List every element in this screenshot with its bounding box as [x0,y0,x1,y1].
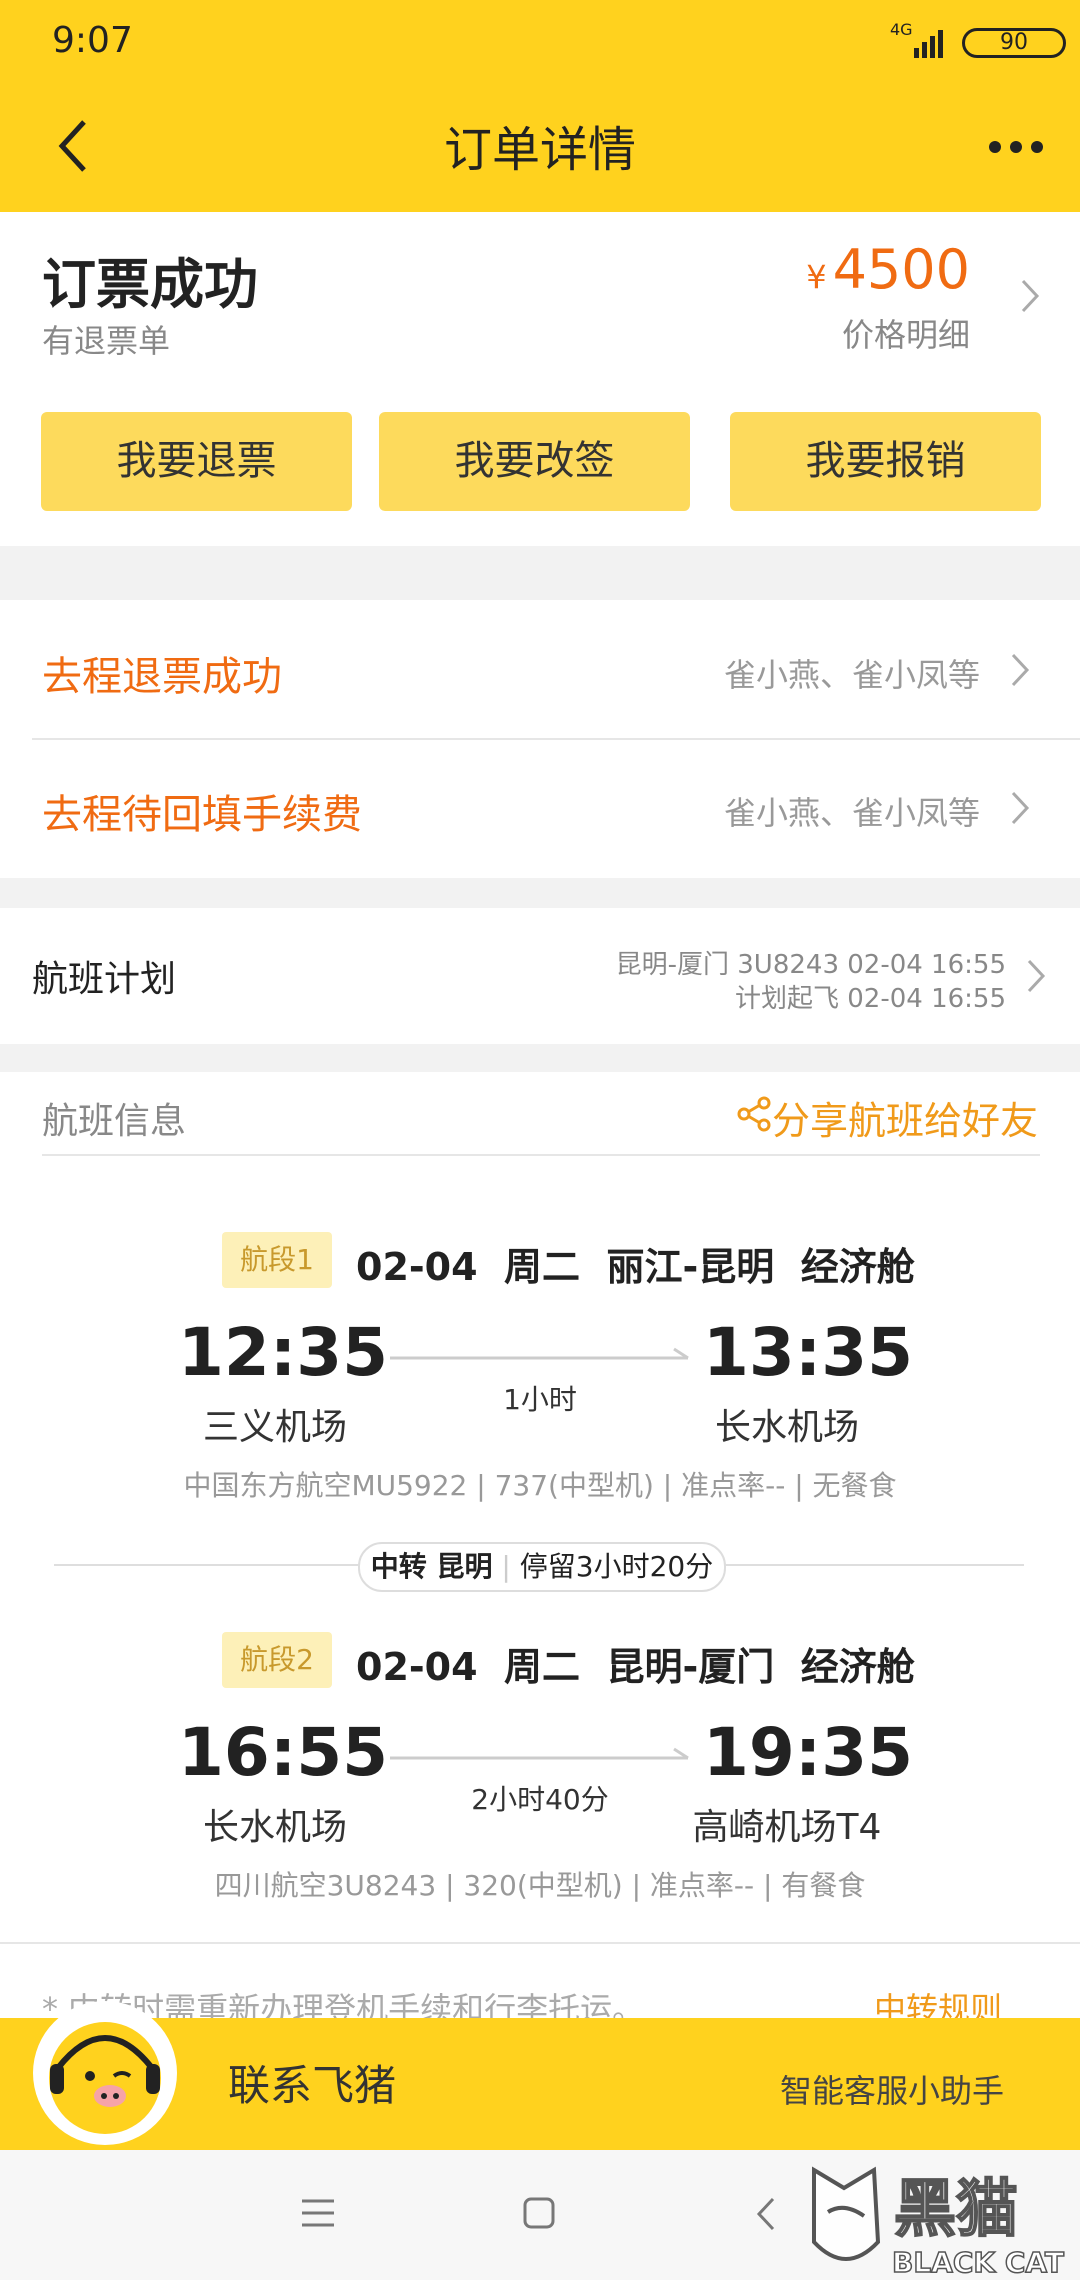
flight-duration: 2小时40分 [471,1783,609,1816]
menu-icon[interactable] [300,2198,336,2228]
section-gap [0,1044,1080,1072]
section-gap [0,878,1080,908]
segment-route: 昆明-厦门 [606,1645,775,1689]
order-status: 订票成功 [42,253,258,316]
divider [32,738,1080,740]
departure-time: 12:35 [178,1314,389,1391]
arrival-airport: 长水机场 [714,1407,859,1448]
currency-symbol: ¥ [806,258,827,296]
section-gap [0,546,1080,600]
notice-fee-pending[interactable]: 去程待回填手续费 [42,782,362,840]
svg-text:黑猫: 黑猫 [894,2172,1018,2245]
notice-passengers: 雀小燕、雀小凤等 [723,794,980,832]
smart-assistant-link[interactable]: 智能客服小助手 [780,2066,1004,2112]
battery-indicator: 90 [962,28,1066,58]
segment-date: 02-04 [356,1645,478,1689]
status-time: 9:07 [52,20,133,61]
chevron-right-icon[interactable] [1010,652,1030,688]
flight-arrow-icon [390,1347,689,1360]
chevron-right-icon[interactable] [1010,790,1030,826]
divider [42,1154,1040,1156]
page-title: 订单详情 [443,122,636,178]
flight-plan-label[interactable]: 航班计划 [32,950,176,1002]
segment-cabin: 经济舱 [800,1245,915,1289]
share-icon[interactable] [736,1096,772,1132]
signal-icon [914,30,943,58]
price-detail-link[interactable]: 价格明细 [842,310,970,356]
notice-refund-success[interactable]: 去程退票成功 [42,644,282,702]
chevron-right-icon[interactable] [1026,958,1046,994]
segment-badge: 航段1 [222,1232,332,1288]
mascot-avatar-icon[interactable] [30,1998,180,2148]
network-indicator: 4G [890,20,913,39]
flight-arrow-icon [390,1747,689,1760]
svg-text:BLACK CAT: BLACK CAT [892,2246,1064,2279]
refund-button[interactable]: 我要退票 [41,412,352,511]
total-price[interactable]: ¥4500 [806,238,970,301]
segment-weekday: 周二 [504,1245,581,1289]
transfer-badge: 中转 昆明 | 停留3小时20分 [358,1542,726,1592]
contact-fliggy[interactable]: 联系飞猪 [228,2052,396,2113]
departure-time: 16:55 [178,1714,389,1791]
flight-duration: 1小时 [503,1383,577,1416]
back-nav-icon[interactable] [756,2196,776,2232]
flight-meta: 四川航空3U8243 | 320(中型机) | 准点率-- | 有餐食 [214,1869,866,1902]
arrival-time: 19:35 [703,1714,914,1791]
departure-airport: 三义机场 [202,1407,347,1448]
black-cat-watermark: 黑猫 BLACK CAT [812,2166,1065,2280]
segment-route: 丽江-昆明 [606,1245,775,1289]
flight-info-title: 航班信息 [42,1101,187,1142]
more-options-icon[interactable] [988,140,1044,154]
departure-airport: 长水机场 [202,1807,347,1848]
change-ticket-button[interactable]: 我要改签 [379,412,690,511]
reimburse-button[interactable]: 我要报销 [730,412,1041,511]
flight-plan-route: 昆明-厦门 3U8243 02-04 16:55 [615,950,1006,980]
divider [0,1942,1080,1944]
segment-badge: 航段2 [222,1632,332,1688]
arrival-airport: 高崎机场T4 [692,1807,882,1848]
arrival-time: 13:35 [703,1314,914,1391]
segment-weekday: 周二 [504,1645,581,1689]
refund-note: 有退票单 [42,322,171,360]
notice-passengers: 雀小燕、雀小凤等 [723,656,980,694]
segment-date: 02-04 [356,1245,478,1289]
segment-header: 02-04 周二 丽江-昆明 经济舱 [356,1236,915,1291]
home-icon[interactable] [522,2196,556,2230]
share-flight-link[interactable]: 分享航班给好友 [772,1090,1038,1145]
flight-plan-departure: 计划起飞 02-04 16:55 [734,984,1006,1014]
transfer-stay: 停留3小时20分 [519,1550,714,1583]
flight-meta: 中国东方航空MU5922 | 737(中型机) | 准点率-- | 无餐食 [183,1469,897,1502]
segment-cabin: 经济舱 [800,1645,915,1689]
price-value: 4500 [832,238,970,301]
transfer-city: 中转 昆明 [370,1550,493,1583]
segment-header: 02-04 周二 昆明-厦门 经济舱 [356,1636,915,1691]
chevron-right-icon[interactable] [1020,278,1040,314]
